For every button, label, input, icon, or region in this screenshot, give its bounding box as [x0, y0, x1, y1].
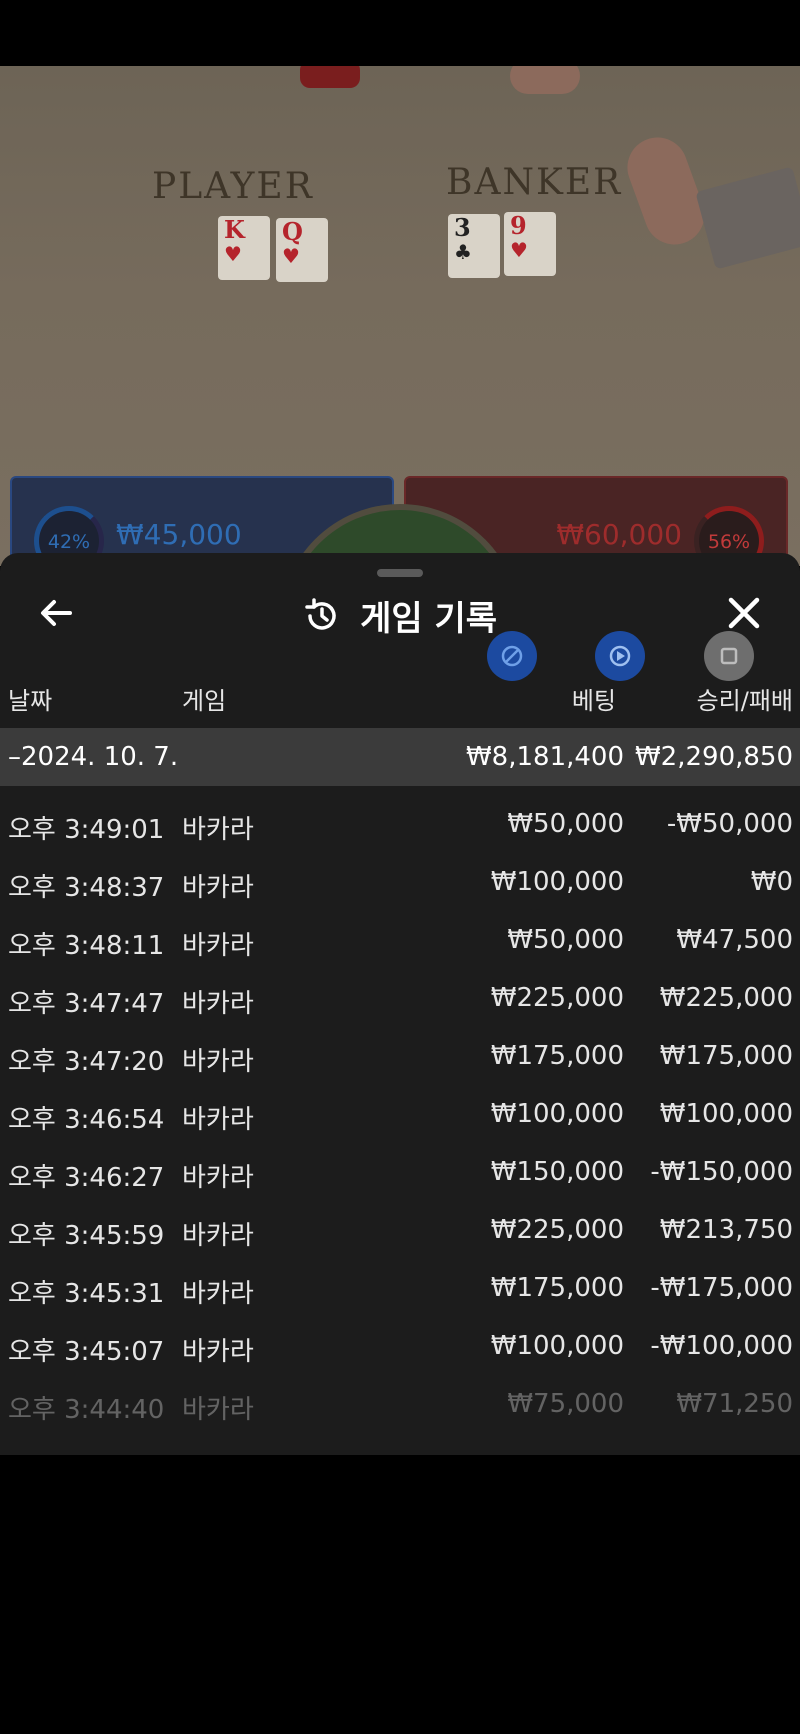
banker-total-amount: ₩60,000 — [556, 518, 682, 551]
replay-icon — [609, 645, 631, 667]
stop-button[interactable] — [704, 631, 754, 681]
close-icon — [728, 597, 760, 629]
history-list: 오후 3:49:01 바카라 ₩50,000 -₩50,000 오후 3:48:… — [0, 791, 800, 1429]
history-icon — [305, 597, 336, 630]
table-row[interactable]: 오후 3:45:31 바카라 ₩175,000 -₩175,000 — [0, 1255, 800, 1313]
table-row[interactable]: 오후 3:49:01 바카라 ₩50,000 -₩50,000 — [0, 791, 800, 849]
column-header-result: 승리/패배 — [696, 687, 793, 715]
table-row[interactable]: 오후 3:45:07 바카라 ₩100,000 -₩100,000 — [0, 1313, 800, 1371]
table-row[interactable]: 오후 3:48:11 바카라 ₩50,000 ₩47,500 — [0, 907, 800, 965]
sheet-grabber[interactable] — [377, 569, 423, 577]
player-label: PLAYER — [152, 166, 314, 207]
dealer-sleeve — [300, 66, 360, 88]
refresh-off-icon — [501, 645, 523, 667]
player-total-amount: ₩45,000 — [116, 518, 242, 551]
card-shoe — [695, 166, 800, 270]
table-row[interactable]: 오후 3:47:20 바카라 ₩175,000 ₩175,000 — [0, 1023, 800, 1081]
banker-label: BANKER — [446, 162, 623, 203]
table-row[interactable]: 오후 3:45:59 바카라 ₩225,000 ₩213,750 — [0, 1197, 800, 1255]
table-row[interactable]: 오후 3:46:27 바카라 ₩150,000 -₩150,000 — [0, 1139, 800, 1197]
bottom-blank-area — [0, 1455, 800, 1734]
sheet-header: 게임 기록 — [0, 591, 800, 639]
column-header-date: 날짜 — [8, 687, 53, 715]
close-button[interactable] — [724, 593, 764, 633]
game-history-sheet: 게임 기록 날짜 게임 베팅 승리/패배 –2024. 10. 7. ₩8,18… — [0, 553, 800, 1455]
player-card-1: K ♥ — [218, 216, 270, 280]
table-row[interactable]: 오후 3:47:47 바카라 ₩225,000 ₩225,000 — [0, 965, 800, 1023]
day-group-date: –2024. 10. 7. — [8, 742, 179, 772]
column-header-bet: 베팅 — [571, 687, 616, 715]
banker-card-1: 3 ♣ — [448, 214, 500, 278]
table-row[interactable]: 오후 3:44:40 바카라 ₩75,000 ₩71,250 — [0, 1371, 800, 1429]
day-group-result-total: ₩2,290,850 — [634, 742, 793, 772]
table-row[interactable]: 오후 3:48:37 바카라 ₩100,000 ₩0 — [0, 849, 800, 907]
day-group-bet-total: ₩8,181,400 — [465, 742, 624, 772]
auto-play-button[interactable] — [487, 631, 537, 681]
stop-icon — [720, 647, 738, 665]
column-header-game: 게임 — [182, 687, 227, 715]
banker-percent: 56% — [707, 531, 751, 553]
replay-button[interactable] — [595, 631, 645, 681]
status-bar — [0, 0, 800, 66]
dealer-hand-left — [510, 66, 580, 94]
day-group-row[interactable]: –2024. 10. 7. ₩8,181,400 ₩2,290,850 — [0, 728, 800, 786]
banker-card-2: 9 ♥ — [504, 212, 556, 276]
player-card-2: Q ♥ — [276, 218, 328, 282]
player-percent: 42% — [47, 531, 91, 553]
page-title: 게임 기록 — [360, 599, 498, 639]
table-row[interactable]: 오후 3:46:54 바카라 ₩100,000 ₩100,000 — [0, 1081, 800, 1139]
